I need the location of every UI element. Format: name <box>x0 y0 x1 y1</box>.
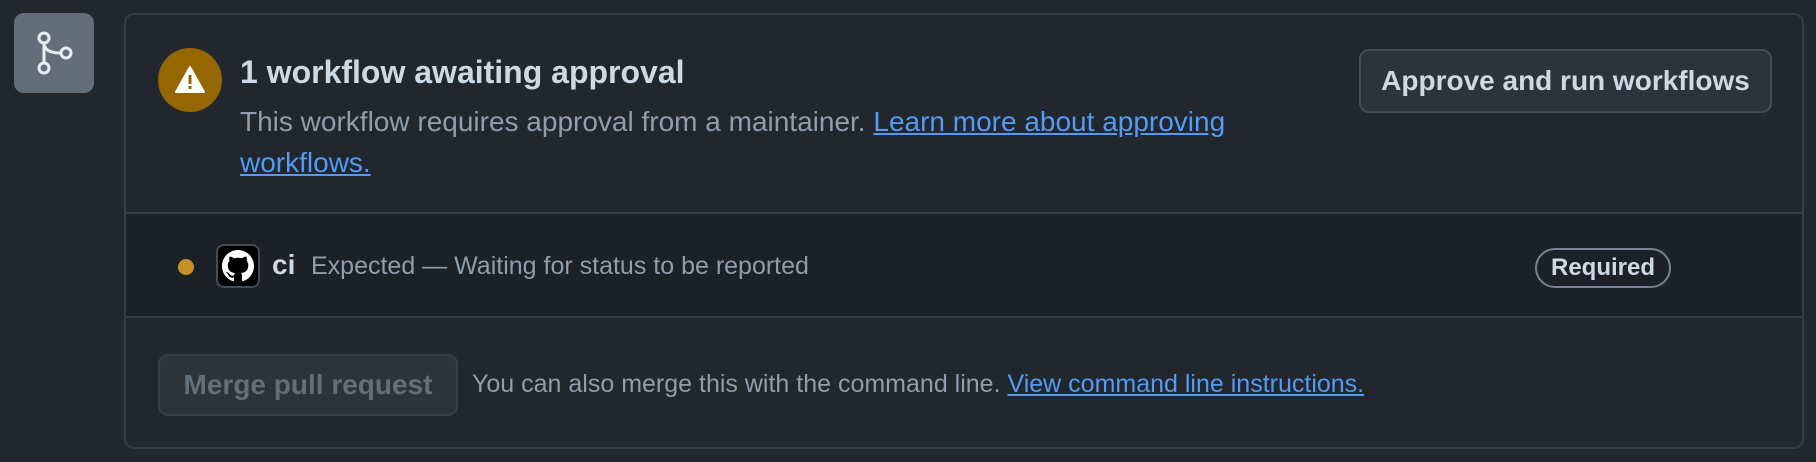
merge-hint: You can also merge this with the command… <box>472 370 1364 399</box>
pending-status-dot <box>178 259 194 275</box>
git-merge-icon <box>37 31 73 75</box>
approval-description-text: This workflow requires approval from a m… <box>240 106 874 137</box>
approval-title: 1 workflow awaiting approval <box>240 54 685 90</box>
command-line-instructions-link[interactable]: View command line instructions. <box>1007 370 1364 398</box>
merge-pull-request-button[interactable]: Merge pull request <box>158 354 458 416</box>
alert-icon <box>175 66 205 93</box>
approval-section: 1 workflow awaiting approval This workfl… <box>126 15 1802 214</box>
check-status-text: Expected — Waiting for status to be repo… <box>311 252 809 280</box>
status-check-row: ci Expected — Waiting for status to be r… <box>126 214 1802 318</box>
merge-box: 1 workflow awaiting approval This workfl… <box>124 13 1804 449</box>
check-avatar <box>216 244 260 288</box>
warning-badge <box>158 48 222 112</box>
github-mark-icon <box>222 250 254 282</box>
git-merge-icon-box <box>14 13 94 93</box>
check-name[interactable]: ci <box>272 249 295 281</box>
merge-hint-text: You can also merge this with the command… <box>472 370 1008 398</box>
required-badge: Required <box>1535 248 1672 288</box>
approve-and-run-button[interactable]: Approve and run workflows <box>1359 49 1772 113</box>
approval-description: This workflow requires approval from a m… <box>240 101 1320 183</box>
merge-section: Merge pull request You can also merge th… <box>126 318 1802 447</box>
